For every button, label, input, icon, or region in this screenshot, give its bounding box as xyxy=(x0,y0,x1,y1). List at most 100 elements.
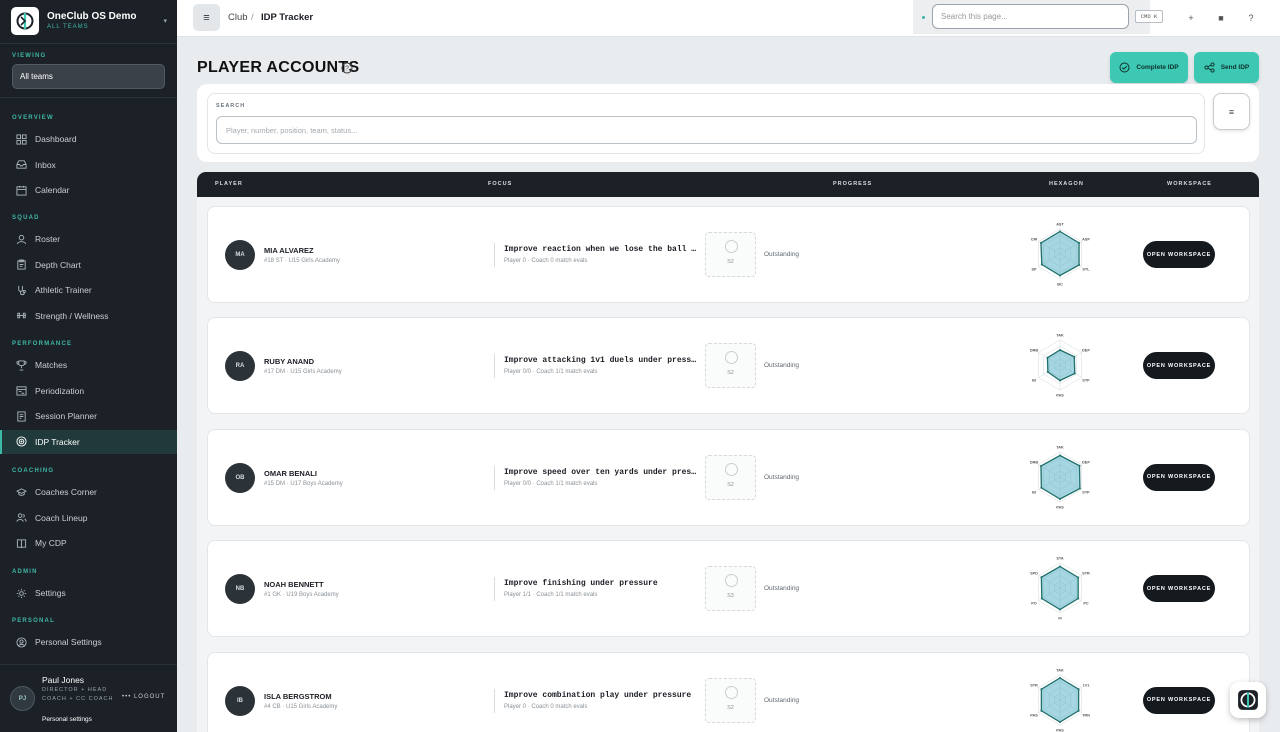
radar-axis-label: PAS xyxy=(1056,728,1064,732)
sidebar-item-label: Roster xyxy=(35,234,61,244)
viewing-label: VIEWING xyxy=(12,53,47,59)
hexagon-radar: STA STR PC FI PO SPD xyxy=(1030,556,1090,620)
focus-evals: Player 0 · Coach 0 match evals xyxy=(504,703,588,710)
radar-point xyxy=(1046,357,1049,360)
table-row: IB ISLA BERGSTROM #4 CB · U15 Girls Academ… xyxy=(207,651,1250,732)
hexagon-chart: STA STR PC FI PO SPD xyxy=(1025,552,1095,624)
avatar[interactable]: PJ xyxy=(10,686,35,711)
player-search-input[interactable] xyxy=(216,116,1197,144)
logout-button[interactable]: ••• LOGOUT xyxy=(122,694,165,700)
radar-axis-label: ASP xyxy=(1082,237,1090,241)
progress-ring-icon xyxy=(725,462,738,476)
sidebar-item-settings[interactable]: Settings xyxy=(0,581,177,605)
sidebar-item-label: Coaches Corner xyxy=(35,487,97,497)
oneclub-logo-icon xyxy=(1238,690,1258,710)
radar-axis-label: DRB xyxy=(1030,349,1038,353)
progress-ring-icon xyxy=(725,685,738,699)
col-player: PLAYER xyxy=(215,181,243,187)
sidebar-item-dashboard[interactable]: Dashboard xyxy=(0,127,177,151)
hexagon-chart: AST ASP STL BC SP CIR xyxy=(1025,218,1095,290)
sidebar-item-periodization[interactable]: Periodization xyxy=(0,379,177,403)
sidebar-item-roster[interactable]: Roster xyxy=(0,227,177,251)
avatar[interactable]: NB xyxy=(225,574,255,605)
open-workspace-button[interactable]: OPEN WORKSPACE xyxy=(1143,686,1215,714)
avatar[interactable]: RA xyxy=(225,351,255,382)
radar-point xyxy=(1077,687,1080,690)
plus-icon[interactable]: + xyxy=(1184,11,1198,25)
radar-axis-label: PAS xyxy=(1030,713,1038,717)
progress-ring-icon xyxy=(725,574,738,588)
team-select[interactable]: All teams xyxy=(12,64,165,89)
player-meta: #4 CB · U15 Girls Academy xyxy=(264,703,338,710)
open-workspace-button[interactable]: OPEN WORKSPACE xyxy=(1143,575,1215,603)
help-circle-icon[interactable]: ? xyxy=(341,61,353,74)
filter-button[interactable]: ≡ xyxy=(1213,93,1250,130)
check-circle-icon xyxy=(1119,62,1130,73)
sidebar-item-personal-settings[interactable]: Personal Settings xyxy=(0,630,177,654)
personal-settings-link[interactable]: Personal settings xyxy=(42,716,92,723)
club-scope: ALL TEAMS xyxy=(47,24,89,30)
radar-point xyxy=(1077,576,1080,579)
status-dot-icon xyxy=(922,16,925,19)
hexagon-radar: AST ASP STL BC SP CIR xyxy=(1031,222,1091,286)
complete-idp-button[interactable]: Complete IDP xyxy=(1110,52,1188,83)
player-name[interactable]: MIA ALVAREZ xyxy=(264,246,314,255)
radar-shape xyxy=(1040,454,1081,500)
player-name[interactable]: OMAR BENALI xyxy=(264,469,317,478)
radar-axis-label: DEP xyxy=(1082,460,1090,464)
user-circle-icon xyxy=(15,636,27,648)
help-icon[interactable]: ? xyxy=(1244,11,1258,25)
radar-point xyxy=(1059,676,1061,679)
sidebar-item-label: Matches xyxy=(35,360,68,370)
player-name[interactable]: ISLA BERGSTROM xyxy=(264,692,332,701)
open-workspace-button[interactable]: OPEN WORKSPACE xyxy=(1143,463,1215,491)
sidebar-item-coaches-corner[interactable]: Coaches Corner xyxy=(0,480,177,504)
open-workspace-button[interactable]: OPEN WORKSPACE xyxy=(1143,241,1215,268)
open-workspace-button[interactable]: OPEN WORKSPACE xyxy=(1143,352,1215,380)
focus-divider xyxy=(494,688,495,713)
hexagon-chart: TAK DEP STP PAS BI DRB xyxy=(1025,441,1095,513)
player-name[interactable]: NOAH BENNETT xyxy=(264,580,324,589)
sidebar-item-depth-chart[interactable]: Depth Chart xyxy=(0,253,177,277)
menu-toggle-button[interactable]: ≡ xyxy=(193,4,220,31)
progress-stage: S2 xyxy=(727,370,734,377)
send-idp-button[interactable]: Send IDP xyxy=(1194,52,1259,83)
sidebar-item-calendar[interactable]: Calendar xyxy=(0,178,177,202)
radar-point xyxy=(1039,242,1042,244)
radar-point xyxy=(1040,486,1043,489)
club-switcher[interactable]: OneClub OS Demo ALL TEAMS ▾ xyxy=(11,7,171,35)
section-label-coaching: COACHING xyxy=(12,468,55,474)
user-name: Paul Jones xyxy=(42,675,85,685)
sidebar-item-my-cdp[interactable]: My CDP xyxy=(0,531,177,555)
focus-title: Improve combination play under pressure xyxy=(504,690,692,700)
sidebar-item-strength-wellness[interactable]: Strength / Wellness xyxy=(0,304,177,328)
avatar[interactable]: MA xyxy=(225,240,255,270)
oneclub-logo-icon xyxy=(11,7,39,35)
player-name[interactable]: RUBY ANAND xyxy=(264,357,314,366)
target-icon xyxy=(15,436,27,448)
square-icon[interactable]: ■ xyxy=(1214,11,1228,25)
sidebar-item-inbox[interactable]: Inbox xyxy=(0,153,177,177)
page-search-input[interactable] xyxy=(932,4,1129,29)
breadcrumb-club[interactable]: Club xyxy=(228,12,248,23)
progress-stage: S3 xyxy=(727,593,734,600)
sidebar-divider xyxy=(0,97,177,98)
focus-divider xyxy=(494,243,495,267)
assistant-launcher-button[interactable] xyxy=(1230,682,1266,718)
radar-axis-label: TAK xyxy=(1056,668,1064,672)
radar-point xyxy=(1059,720,1061,723)
player-meta: #18 ST · U15 Girls Academy xyxy=(264,258,340,264)
sidebar-item-session-planner[interactable]: Session Planner xyxy=(0,404,177,428)
focus-evals: Player 1/1 · Coach 1/1 match evals xyxy=(504,592,598,599)
sidebar-item-coach-lineup[interactable]: Coach Lineup xyxy=(0,506,177,530)
users-icon xyxy=(15,512,27,524)
radar-axis-label: BC xyxy=(1057,282,1063,286)
dumbbell-icon xyxy=(15,310,27,322)
sidebar-item-label: Athletic Trainer xyxy=(35,285,92,296)
avatar[interactable]: IB xyxy=(225,685,255,716)
avatar[interactable]: OB xyxy=(225,462,255,493)
sidebar-item-athletic-trainer[interactable]: Athletic Trainer xyxy=(0,278,177,302)
col-progress: PROGRESS xyxy=(833,181,873,187)
sidebar-item-idp-tracker[interactable]: IDP Tracker xyxy=(0,429,177,454)
sidebar-item-matches[interactable]: Matches xyxy=(0,353,177,377)
